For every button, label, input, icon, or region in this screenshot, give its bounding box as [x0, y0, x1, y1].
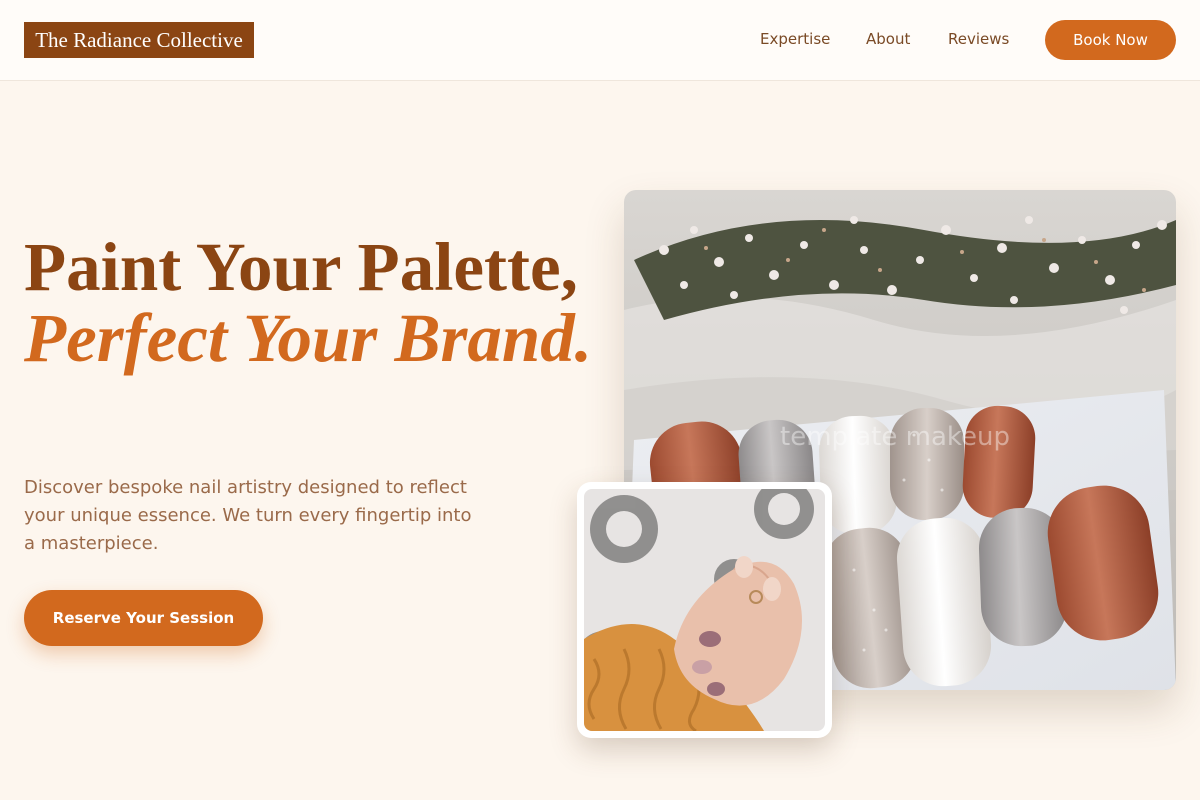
nav-link-about[interactable]: About [866, 30, 910, 48]
hand-illustration [584, 489, 825, 731]
brand-logo[interactable]: The Radiance Collective [24, 22, 254, 58]
hero-title-line1: Paint Your Palette, [24, 229, 578, 305]
book-now-button[interactable]: Book Now [1045, 20, 1176, 60]
hero-description: Discover bespoke nail artistry designed … [24, 477, 472, 554]
nav-link-reviews[interactable]: Reviews [948, 30, 1009, 48]
image-watermark: template makeup [780, 422, 1011, 452]
reserve-session-button[interactable]: Reserve Your Session [24, 590, 263, 646]
hand-photo-card [577, 482, 832, 738]
hero-title-line2: Perfect Your Brand. [24, 300, 593, 376]
site-header: The Radiance Collective Expertise About … [0, 0, 1200, 81]
hero-headline: Paint Your Palette, Perfect Your Brand. [24, 232, 592, 374]
nav-link-expertise[interactable]: Expertise [760, 30, 830, 48]
